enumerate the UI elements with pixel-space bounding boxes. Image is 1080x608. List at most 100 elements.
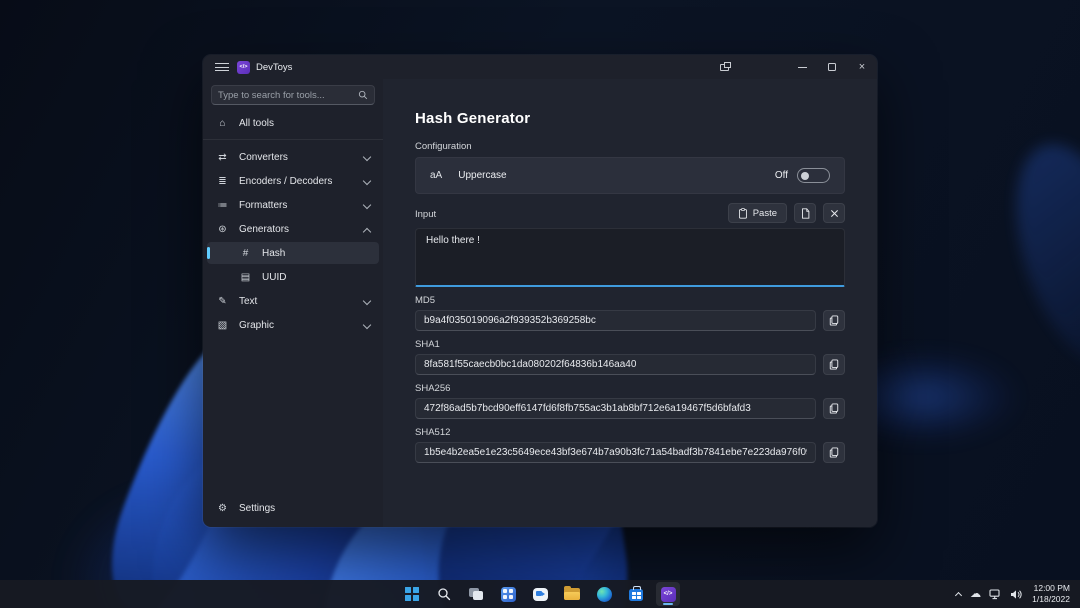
sidebar-item-uuid[interactable]: ▤ UUID <box>207 266 379 288</box>
maximize-button[interactable] <box>817 55 847 79</box>
onedrive-cloud-icon[interactable]: ☁ <box>970 589 981 600</box>
chevron-down-icon <box>363 322 370 329</box>
sidebar-item-all-tools[interactable]: ⌂ All tools <box>207 112 379 134</box>
sidebar-item-settings[interactable]: ⚙ Settings <box>207 497 379 519</box>
file-explorer-button[interactable] <box>560 582 584 606</box>
input-label: Input <box>415 209 436 223</box>
edge-icon <box>597 587 612 602</box>
sidebar-item-label: Text <box>239 296 257 307</box>
chevron-down-icon <box>363 178 370 185</box>
sidebar-item-label: Generators <box>239 224 289 235</box>
clear-input-button[interactable] <box>823 203 845 223</box>
sidebar-item-encoders-decoders[interactable]: ≣ Encoders / Decoders <box>207 170 379 192</box>
toggle-state-label: Off <box>775 170 788 181</box>
text-tool-icon: ✎ <box>216 296 229 307</box>
volume-icon[interactable] <box>1010 589 1022 600</box>
paste-icon <box>738 208 748 219</box>
copy-button-sha512[interactable] <box>823 442 845 463</box>
edge-button[interactable] <box>592 582 616 606</box>
sidebar-item-label: UUID <box>262 272 286 283</box>
sidebar-item-graphic[interactable]: ▧ Graphic <box>207 314 379 336</box>
chevron-down-icon <box>363 202 370 209</box>
devtoys-logo-icon: </> <box>237 61 250 74</box>
clock[interactable]: 12:00 PM 1/18/2022 <box>1030 583 1070 605</box>
hash-value: 8fa581f55caecb0bc1da080202f64836b146aa40 <box>424 359 636 370</box>
minimize-icon <box>798 67 807 68</box>
window-titlebar[interactable]: </> DevToys × <box>203 55 877 79</box>
hash-label-sha256: SHA256 <box>415 383 845 394</box>
sidebar-item-label: Graphic <box>239 320 274 331</box>
windows-logo-icon <box>405 587 419 601</box>
start-button[interactable] <box>400 582 424 606</box>
network-icon[interactable] <box>989 589 1002 600</box>
sidebar-item-label: Hash <box>262 248 285 259</box>
configuration-section-label: Configuration <box>415 141 845 152</box>
uppercase-setting-card: aA Uppercase Off <box>415 157 845 194</box>
hash-label-sha1: SHA1 <box>415 339 845 350</box>
copy-button-sha1[interactable] <box>823 354 845 375</box>
tray-chevron-up-icon[interactable] <box>955 591 962 598</box>
sidebar-item-converters[interactable]: ⇄ Converters <box>207 146 379 168</box>
uppercase-icon: aA <box>430 170 442 181</box>
copy-icon <box>829 315 839 326</box>
hamburger-menu-button[interactable] <box>211 58 233 76</box>
task-view-button[interactable] <box>464 582 488 606</box>
tray-time: 12:00 PM <box>1032 583 1070 594</box>
compact-overlay-button[interactable] <box>709 55 739 79</box>
copy-icon <box>829 359 839 370</box>
copy-icon <box>829 447 839 458</box>
search-input[interactable] <box>218 90 358 101</box>
chevron-down-icon <box>363 154 370 161</box>
toggle-knob <box>801 172 809 180</box>
uppercase-toggle[interactable] <box>797 168 830 183</box>
hash-value-field-md5[interactable]: b9a4f035019096a2f939352b369258bc <box>415 310 816 331</box>
hash-value-field-sha256[interactable]: 472f86ad5b7bcd90eff6147fd6f8fb755ac3b1ab… <box>415 398 816 419</box>
app-title: DevToys <box>256 62 292 73</box>
devtoys-icon: </> <box>661 587 676 602</box>
hash-icon: # <box>239 248 252 259</box>
search-box[interactable] <box>211 85 375 105</box>
store-button[interactable] <box>624 582 648 606</box>
copy-button-md5[interactable] <box>823 310 845 331</box>
chevron-down-icon <box>363 298 370 305</box>
minimize-button[interactable] <box>787 55 817 79</box>
input-textarea[interactable]: Hello there ! <box>415 228 845 287</box>
open-file-button[interactable] <box>794 203 816 223</box>
converters-icon: ⇄ <box>216 152 229 163</box>
hash-value: 472f86ad5b7bcd90eff6147fd6f8fb755ac3b1ab… <box>424 403 751 414</box>
sidebar-item-generators[interactable]: ⊛ Generators <box>207 218 379 240</box>
gear-icon: ⚙ <box>216 503 229 514</box>
copy-button-sha256[interactable] <box>823 398 845 419</box>
sidebar-item-label: Encoders / Decoders <box>239 176 332 187</box>
taskbar-search-button[interactable] <box>432 582 456 606</box>
sidebar: ⌂ All tools ⇄ Converters ≣ Encoders / De… <box>203 79 383 527</box>
sidebar-item-label: Formatters <box>239 200 287 211</box>
hash-value-field-sha1[interactable]: 8fa581f55caecb0bc1da080202f64836b146aa40 <box>415 354 816 375</box>
widgets-button[interactable] <box>496 582 520 606</box>
sidebar-item-text[interactable]: ✎ Text <box>207 290 379 312</box>
chat-button[interactable] <box>528 582 552 606</box>
close-icon: × <box>859 62 865 73</box>
sidebar-item-label: Converters <box>239 152 288 163</box>
close-button[interactable]: × <box>847 55 877 79</box>
uuid-icon: ▤ <box>239 272 252 283</box>
system-tray: ☁ 12:00 PM 1/18/2022 <box>955 580 1080 608</box>
wallpaper-petal <box>992 129 1080 382</box>
hash-value-field-sha512[interactable]: 1b5e4b2ea5e1e23c5649ece43bf3e674b7a90b3f… <box>415 442 816 463</box>
maximize-icon <box>828 63 836 71</box>
search-icon <box>358 90 368 100</box>
hash-value: b9a4f035019096a2f939352b369258bc <box>424 315 596 326</box>
chat-icon <box>533 588 548 601</box>
clear-icon <box>830 209 839 218</box>
home-icon: ⌂ <box>216 118 229 129</box>
paste-button-label: Paste <box>753 208 777 219</box>
hash-value: 1b5e4b2ea5e1e23c5649ece43bf3e674b7a90b3f… <box>424 447 807 458</box>
paste-button[interactable]: Paste <box>728 203 787 223</box>
sidebar-item-formatters[interactable]: ≔ Formatters <box>207 194 379 216</box>
devtoys-taskbar-button[interactable]: </> <box>656 582 680 606</box>
encoders-decoders-icon: ≣ <box>216 176 229 187</box>
sidebar-item-hash[interactable]: # Hash <box>207 242 379 264</box>
file-icon <box>801 208 810 219</box>
sidebar-divider <box>203 139 383 140</box>
file-explorer-icon <box>564 588 580 600</box>
